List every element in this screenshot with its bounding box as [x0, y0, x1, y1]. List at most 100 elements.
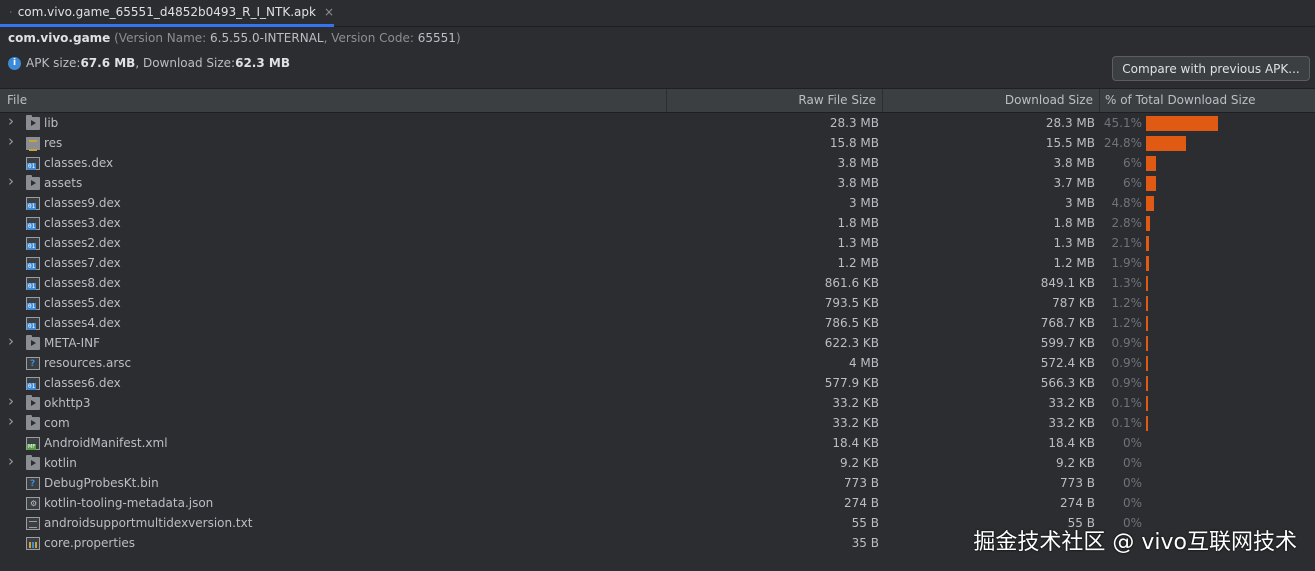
table-row[interactable]: AndroidManifest.xml 18.4 KB 18.4 KB 0%	[0, 434, 1315, 454]
chevron-right-icon[interactable]: ›	[8, 454, 18, 469]
download-size: 768.7 KB	[1040, 316, 1095, 330]
folder-icon	[26, 455, 40, 470]
raw-size: 35 B	[851, 536, 879, 550]
percent-of-total: 0.1%	[1111, 396, 1143, 410]
raw-size: 15.8 MB	[829, 136, 879, 150]
file-name: classes3.dex	[44, 216, 121, 230]
file-name: core.properties	[44, 536, 136, 550]
column-header-raw-size[interactable]: Raw File Size	[667, 89, 883, 112]
chevron-right-icon[interactable]: ›	[8, 394, 18, 409]
folder-icon	[26, 175, 40, 190]
raw-size: 3 MB	[848, 196, 879, 210]
percent-of-total: 6%	[1122, 176, 1142, 190]
raw-size: 55 B	[851, 516, 879, 530]
file-name: classes6.dex	[44, 376, 121, 390]
dex-file-icon	[26, 377, 40, 390]
percent-of-total: 24.8%	[1103, 136, 1142, 150]
raw-size: 33.2 KB	[832, 416, 879, 430]
chevron-right-icon[interactable]: ›	[8, 114, 18, 129]
download-size: 773 B	[1060, 476, 1095, 490]
chevron-right-icon[interactable]: ›	[8, 134, 18, 149]
manifest-file-icon	[26, 437, 40, 450]
table-row[interactable]: classes2.dex 1.3 MB 1.3 MB 2.1%	[0, 234, 1315, 254]
apk-info: com.vivo.game (Version Name: 6.5.55.0-IN…	[8, 31, 461, 45]
size-bar	[1146, 336, 1148, 351]
raw-size: 622.3 KB	[824, 336, 879, 350]
tab-title: com.vivo.game_65551_d4852b0493_R_I_NTK.a…	[17, 5, 316, 19]
download-size: 33.2 KB	[1048, 396, 1095, 410]
table-row[interactable]: classes9.dex 3 MB 3 MB 4.8%	[0, 194, 1315, 214]
table-row[interactable]: classes5.dex 793.5 KB 787 KB 1.2%	[0, 294, 1315, 314]
download-size: 599.7 KB	[1040, 336, 1095, 350]
file-name: classes.dex	[44, 156, 114, 170]
download-size: 9.2 KB	[1056, 456, 1095, 470]
table-row[interactable]: › assets 3.8 MB 3.7 MB 6%	[0, 174, 1315, 194]
dex-file-icon	[26, 277, 40, 290]
chevron-right-icon[interactable]: ›	[8, 414, 18, 429]
size-bar	[1146, 356, 1148, 371]
close-icon[interactable]: ×	[324, 5, 334, 19]
file-name: classes5.dex	[44, 296, 121, 310]
generic-file-icon	[26, 477, 40, 490]
file-name: resources.arsc	[44, 356, 132, 370]
file-name: META-INF	[44, 336, 101, 350]
percent-of-total: 0%	[1122, 456, 1142, 470]
table-row[interactable]: › META-INF 622.3 KB 599.7 KB 0.9%	[0, 334, 1315, 354]
package-name: com.vivo.game	[8, 31, 111, 45]
column-header-download-size[interactable]: Download Size	[883, 89, 1100, 112]
file-name: DebugProbesKt.bin	[44, 476, 159, 490]
size-bar	[1146, 316, 1148, 331]
info-icon: i	[8, 56, 21, 70]
generic-file-icon	[26, 357, 40, 370]
percent-of-total: 0%	[1122, 436, 1142, 450]
column-header-file[interactable]: File	[0, 89, 667, 112]
table-row[interactable]: classes.dex 3.8 MB 3.8 MB 6%	[0, 154, 1315, 174]
table-row[interactable]: › lib 28.3 MB 28.3 MB 45.1%	[0, 114, 1315, 134]
raw-size: 3.8 MB	[837, 156, 879, 170]
apk-tab[interactable]: com.vivo.game_65551_d4852b0493_R_I_NTK.a…	[0, 0, 334, 27]
download-size: 1.3 MB	[1053, 236, 1095, 250]
version-name: 6.5.55.0-INTERNAL	[210, 31, 324, 45]
table-row[interactable]: DebugProbesKt.bin 773 B 773 B 0%	[0, 474, 1315, 494]
dex-file-icon	[26, 257, 40, 270]
compare-with-previous-apk-button[interactable]: Compare with previous APK...	[1112, 56, 1310, 81]
download-size: 274 B	[1060, 496, 1095, 510]
table-row[interactable]: classes7.dex 1.2 MB 1.2 MB 1.9%	[0, 254, 1315, 274]
percent-of-total: 0.1%	[1111, 416, 1143, 430]
table-row[interactable]: › okhttp3 33.2 KB 33.2 KB 0.1%	[0, 394, 1315, 414]
download-size: 15.5 MB	[1045, 136, 1095, 150]
table-row[interactable]: › res 15.8 MB 15.5 MB 24.8%	[0, 134, 1315, 154]
download-size: 28.3 MB	[1045, 116, 1095, 130]
table-row[interactable]: classes4.dex 786.5 KB 768.7 KB 1.2%	[0, 314, 1315, 334]
size-bar	[1146, 216, 1150, 231]
table-row[interactable]: › com 33.2 KB 33.2 KB 0.1%	[0, 414, 1315, 434]
percent-of-total: 0%	[1122, 476, 1142, 490]
download-size: 18.4 KB	[1048, 436, 1095, 450]
chevron-right-icon[interactable]: ›	[8, 174, 18, 189]
raw-size: 1.8 MB	[837, 216, 879, 230]
table-row[interactable]: classes3.dex 1.8 MB 1.8 MB 2.8%	[0, 214, 1315, 234]
chevron-right-icon[interactable]: ›	[8, 334, 18, 349]
download-size: 3 MB	[1064, 196, 1095, 210]
table-row[interactable]: classes8.dex 861.6 KB 849.1 KB 1.3%	[0, 274, 1315, 294]
table-row[interactable]: kotlin-tooling-metadata.json 274 B 274 B 0%	[0, 494, 1315, 514]
download-size: 787 KB	[1052, 296, 1095, 310]
percent-of-total: 4.8%	[1111, 196, 1143, 210]
file-name: classes2.dex	[44, 236, 121, 250]
percent-of-total: 6%	[1122, 156, 1142, 170]
file-name: classes7.dex	[44, 256, 121, 270]
dex-file-icon	[26, 157, 40, 170]
table-row[interactable]: › kotlin 9.2 KB 9.2 KB 0%	[0, 454, 1315, 474]
file-name: okhttp3	[44, 396, 91, 410]
table-row[interactable]: resources.arsc 4 MB 572.4 KB 0.9%	[0, 354, 1315, 374]
download-size: 849.1 KB	[1040, 276, 1095, 290]
version-mid: , Version Code:	[323, 31, 418, 45]
download-size-value: 62.3 MB	[235, 56, 290, 70]
file-name: kotlin-tooling-metadata.json	[44, 496, 214, 510]
folder-icon	[26, 395, 40, 410]
column-header-percent[interactable]: % of Total Download Size	[1100, 89, 1315, 112]
raw-size: 1.3 MB	[837, 236, 879, 250]
table-row[interactable]: classes6.dex 577.9 KB 566.3 KB 0.9%	[0, 374, 1315, 394]
table-header: File Raw File Size Download Size % of To…	[0, 88, 1315, 113]
size-bar	[1146, 196, 1154, 211]
